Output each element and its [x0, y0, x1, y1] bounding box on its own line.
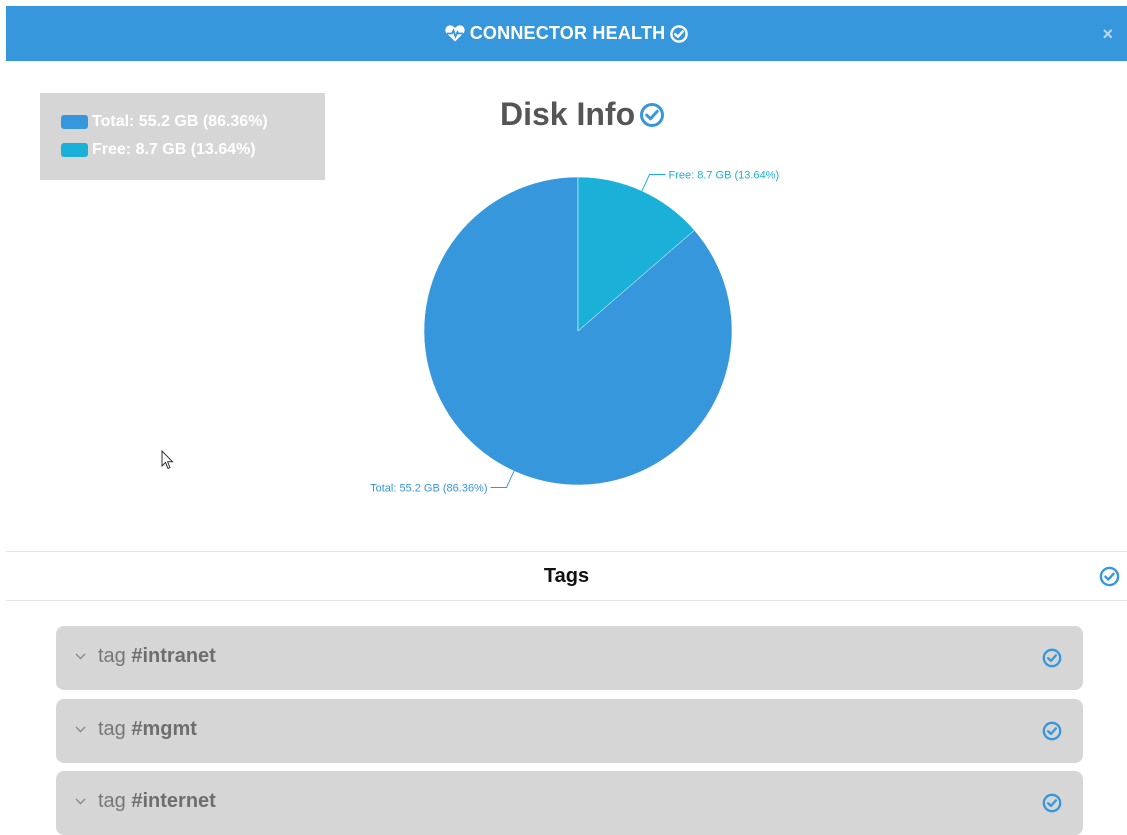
tag-item-intranet[interactable]: tag #intranet [56, 626, 1083, 690]
tag-prefix: tag [98, 645, 132, 667]
pie-label-connector-1 [641, 174, 666, 192]
tag-item-internet[interactable]: tag #internet [56, 771, 1083, 835]
mouse-cursor-icon [161, 450, 174, 470]
tag-prefix: tag [98, 718, 132, 740]
tags-title: Tags [543, 565, 590, 587]
chevron-down-icon [75, 798, 86, 805]
tag-label: tag #internet [98, 790, 216, 813]
pie-data-label-1: Free: 8.7 GB (13.64%) [668, 170, 779, 182]
tag-name: #mgmt [131, 718, 197, 740]
tag-label: tag #intranet [98, 645, 216, 668]
tag-label: tag #mgmt [98, 718, 197, 741]
tags-header: Tags [6, 551, 1127, 601]
tag-item-mgmt[interactable]: tag #mgmt [56, 699, 1083, 763]
tag-name: #internet [131, 790, 216, 812]
pie-data-label-0: Total: 55.2 GB (86.36%) [370, 482, 487, 494]
check-circle-icon [1042, 648, 1062, 668]
tag-name: #intranet [131, 645, 216, 667]
chevron-down-icon [75, 653, 86, 660]
check-circle-icon [1099, 566, 1120, 587]
tag-prefix: tag [98, 790, 132, 812]
check-circle-icon [1042, 793, 1062, 813]
pie-label-connector-0 [490, 470, 515, 488]
check-circle-icon [1042, 721, 1062, 741]
chevron-down-icon [75, 726, 86, 733]
